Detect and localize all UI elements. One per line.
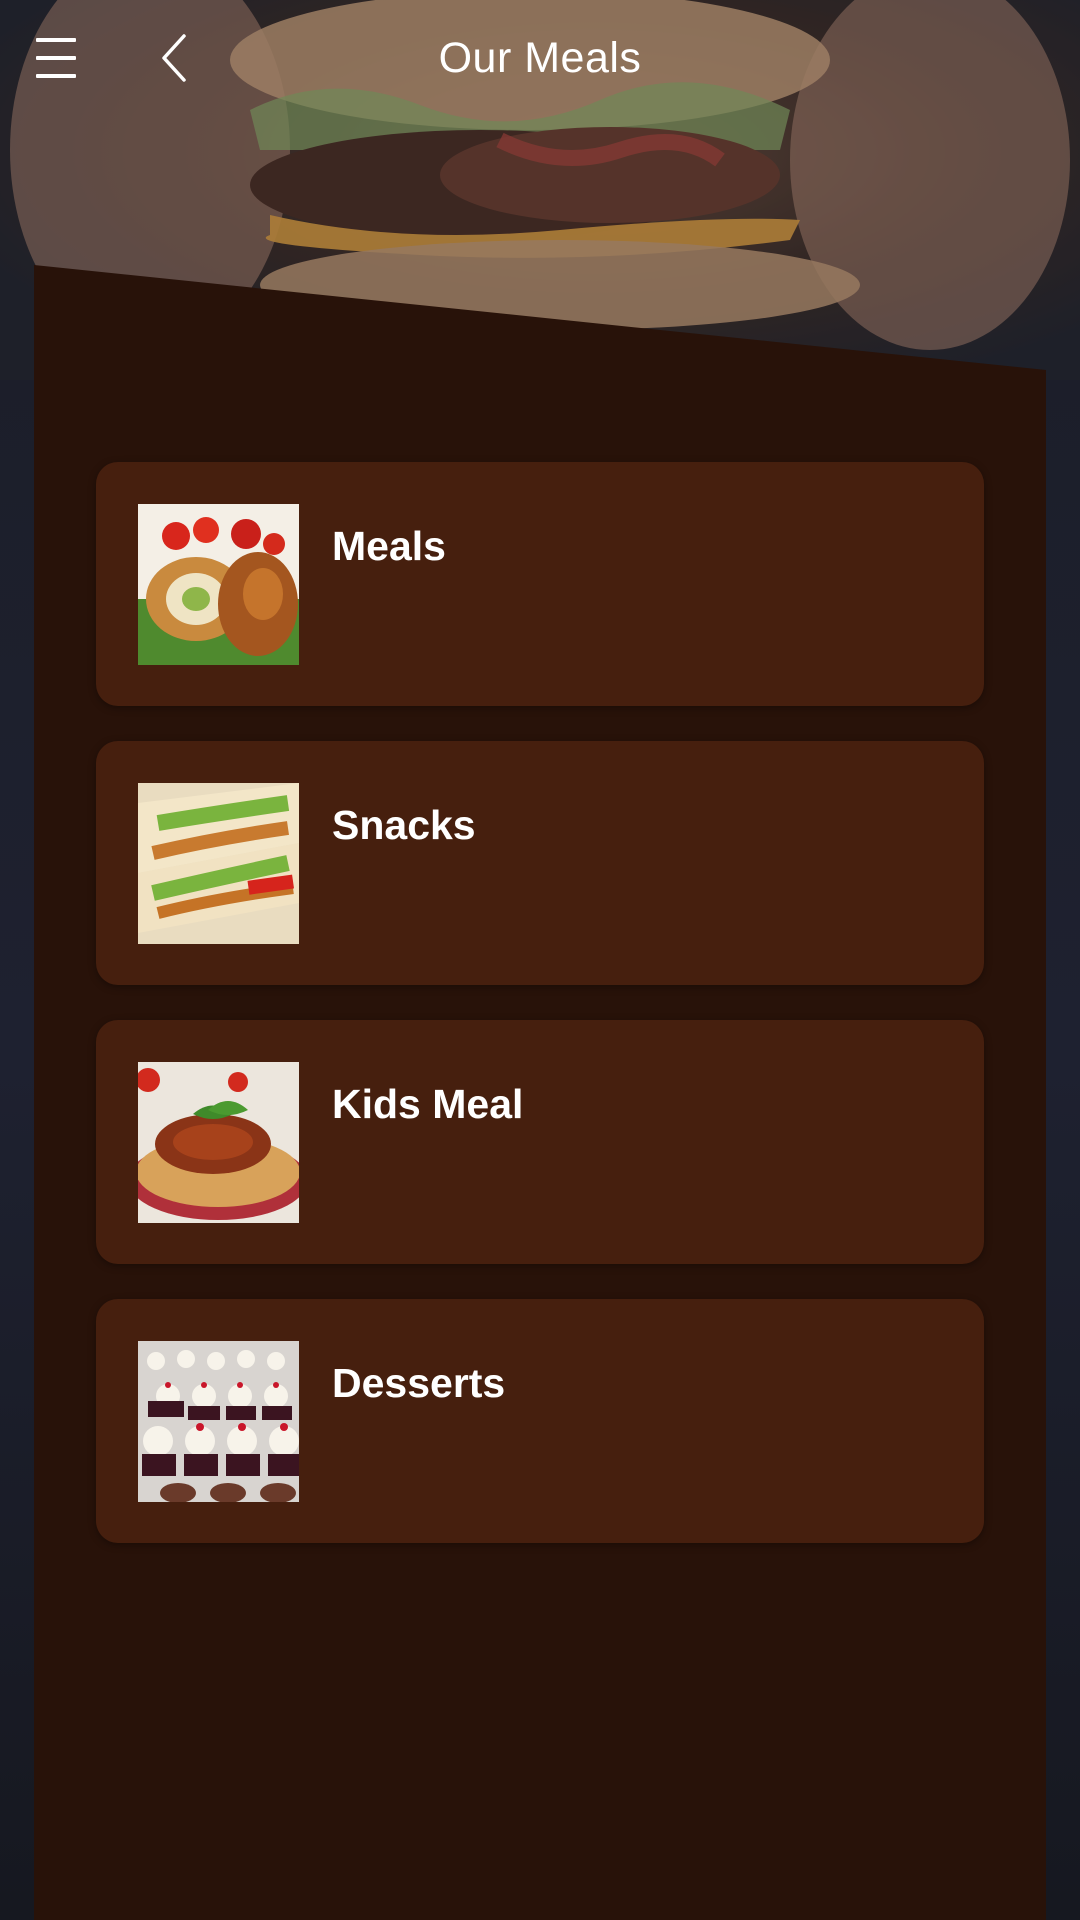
category-card-kids-meal[interactable]: Kids Meal xyxy=(96,1020,984,1264)
category-list: Meals Snacks Kids Meal Desserts xyxy=(96,462,984,1578)
app-screen: Our Meals Meals Snacks Kids Meal Dessert… xyxy=(0,0,1080,1920)
cupcakes-thumbnail xyxy=(138,1341,299,1502)
top-app-bar: Our Meals xyxy=(0,0,1080,115)
stuffed-chicken-rolls-thumbnail xyxy=(138,504,299,665)
category-label: Kids Meal xyxy=(332,1081,524,1127)
category-card-meals[interactable]: Meals xyxy=(96,462,984,706)
spaghetti-bolognese-thumbnail xyxy=(138,1062,299,1223)
category-card-desserts[interactable]: Desserts xyxy=(96,1299,984,1543)
page-title: Our Meals xyxy=(438,34,642,82)
category-label: Meals xyxy=(332,523,446,569)
chicken-wraps-thumbnail xyxy=(138,783,299,944)
category-label: Desserts xyxy=(332,1360,506,1406)
category-label: Snacks xyxy=(332,802,476,848)
category-card-snacks[interactable]: Snacks xyxy=(96,741,984,985)
